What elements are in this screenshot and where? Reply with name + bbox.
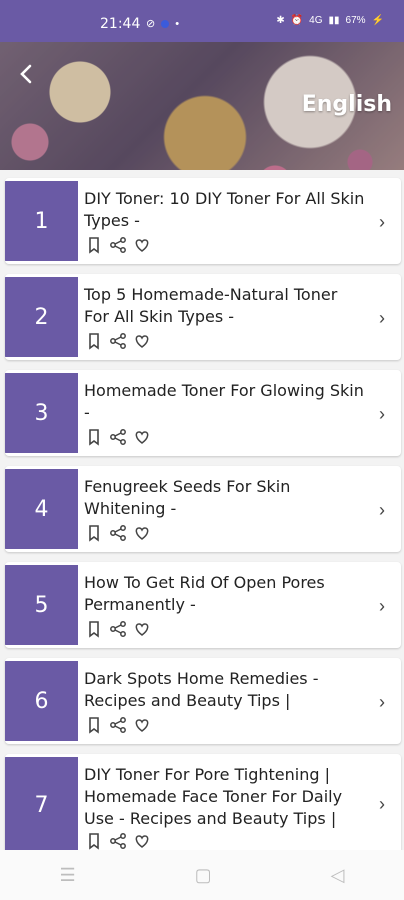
home-icon[interactable]: ▢ (195, 865, 212, 886)
chevron-right-icon: › (379, 212, 385, 232)
chevron-right-icon: › (379, 404, 385, 424)
battery-level: 67% (345, 15, 366, 26)
item-title: Homemade Toner For Glowing Skin - (84, 381, 364, 422)
heart-icon[interactable] (133, 236, 151, 254)
list-item[interactable]: 3 Homemade Toner For Glowing Skin - › (5, 370, 401, 456)
chevron-right-icon: › (379, 308, 385, 328)
item-number: 5 (5, 565, 78, 645)
language-button[interactable]: English (302, 92, 392, 117)
item-number: 1 (5, 181, 78, 261)
charging-icon: ⚡ (371, 15, 384, 26)
heart-icon[interactable] (133, 524, 151, 542)
item-number: 3 (5, 373, 78, 453)
system-icons: ✱ ⏰ 4G ▮▮ 67% ⚡ (276, 15, 384, 26)
signal-icon: ▮▮ (328, 15, 340, 26)
list-item[interactable]: 4 Fenugreek Seeds For Skin Whitening - › (5, 466, 401, 552)
item-title: Dark Spots Home Remedies - Recipes and B… (84, 669, 319, 710)
share-icon[interactable] (109, 236, 127, 254)
item-actions (85, 428, 151, 446)
heart-icon[interactable] (133, 716, 151, 734)
bookmark-icon[interactable] (85, 332, 103, 350)
list-item[interactable]: 7 DIY Toner For Pore Tightening | Homema… (5, 754, 401, 856)
list-item[interactable]: 1 DIY Toner: 10 DIY Toner For All Skin T… (5, 178, 401, 264)
bookmark-icon[interactable] (85, 236, 103, 254)
dot-icon: • (175, 17, 180, 30)
chevron-right-icon: › (379, 500, 385, 520)
item-title: DIY Toner: 10 DIY Toner For All Skin Typ… (84, 189, 365, 230)
notification-icons: ⊘ • (146, 17, 180, 31)
item-actions (85, 620, 151, 638)
item-actions (85, 236, 151, 254)
back-button[interactable] (18, 56, 48, 90)
share-icon[interactable] (109, 524, 127, 542)
chevron-right-icon: › (379, 692, 385, 712)
alarm-icon: ⏰ (290, 15, 304, 26)
status-time: 21:44 (100, 16, 141, 32)
item-title: Top 5 Homemade-Natural Toner For All Ski… (84, 285, 338, 326)
item-title: How To Get Rid Of Open Pores Permanently… (84, 573, 325, 614)
item-number: 7 (5, 757, 78, 853)
item-number: 4 (5, 469, 78, 549)
item-number: 6 (5, 661, 78, 741)
list-item[interactable]: 2 Top 5 Homemade-Natural Toner For All S… (5, 274, 401, 360)
item-actions (85, 524, 151, 542)
item-actions (85, 332, 151, 350)
share-icon[interactable] (109, 832, 127, 850)
heart-icon[interactable] (133, 620, 151, 638)
header-banner: English (0, 42, 404, 170)
chevron-left-icon (20, 64, 32, 84)
sync-icon: ⊘ (146, 18, 156, 30)
list-item[interactable]: 6 Dark Spots Home Remedies - Recipes and… (5, 658, 401, 744)
bookmark-icon[interactable] (85, 832, 103, 850)
back-triangle-icon[interactable]: ◁ (331, 865, 345, 886)
item-actions (85, 832, 151, 850)
heart-icon[interactable] (133, 832, 151, 850)
bluetooth-icon: ✱ (276, 15, 285, 26)
share-icon[interactable] (109, 716, 127, 734)
bookmark-icon[interactable] (85, 620, 103, 638)
network-type: 4G (309, 15, 323, 26)
bookmark-icon[interactable] (85, 524, 103, 542)
heart-icon[interactable] (133, 332, 151, 350)
chevron-right-icon: › (379, 794, 385, 814)
system-nav-bar: ☰ ▢ ◁ (0, 850, 404, 900)
item-number: 2 (5, 277, 78, 357)
status-bar: 21:44 ⊘ • ✱ ⏰ 4G ▮▮ 67% ⚡ (0, 0, 404, 42)
bookmark-icon[interactable] (85, 716, 103, 734)
share-icon[interactable] (109, 620, 127, 638)
bookmark-icon[interactable] (85, 428, 103, 446)
list-item[interactable]: 5 How To Get Rid Of Open Pores Permanent… (5, 562, 401, 648)
share-icon[interactable] (109, 332, 127, 350)
share-icon[interactable] (109, 428, 127, 446)
app-notification-icon (161, 19, 170, 28)
item-title: Fenugreek Seeds For Skin Whitening - (84, 477, 291, 518)
chevron-right-icon: › (379, 596, 385, 616)
item-title: DIY Toner For Pore Tightening | Homemade… (84, 765, 343, 828)
item-actions (85, 716, 151, 734)
menu-icon[interactable]: ☰ (60, 865, 76, 886)
heart-icon[interactable] (133, 428, 151, 446)
